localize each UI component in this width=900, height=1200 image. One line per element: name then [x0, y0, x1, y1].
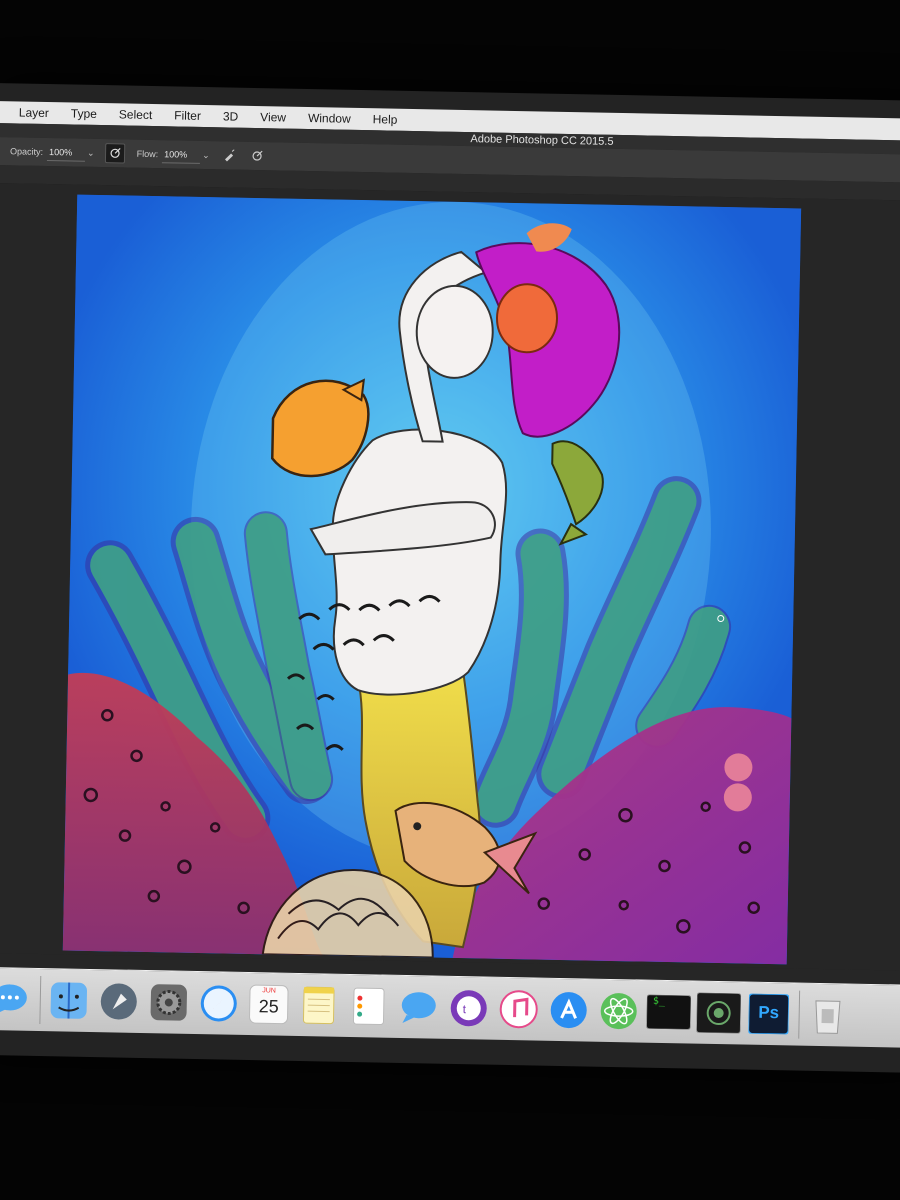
finder-icon[interactable]: [46, 978, 91, 1023]
opacity-control: Opacity: 100% ⌄: [10, 143, 95, 162]
terminal-icon[interactable]: $_: [646, 990, 692, 1035]
menu-select[interactable]: Select: [115, 107, 157, 122]
reminders-icon[interactable]: [346, 984, 391, 1029]
flow-input[interactable]: 100%: [161, 145, 201, 164]
system-preferences-icon[interactable]: [146, 980, 191, 1025]
atom-icon[interactable]: [596, 989, 641, 1034]
pressure-opacity-icon[interactable]: [104, 143, 125, 164]
menu-layer[interactable]: Layer: [15, 105, 53, 120]
flow-dropdown-icon[interactable]: ⌄: [202, 149, 210, 160]
safari-icon[interactable]: [196, 981, 241, 1026]
monitor-screen: Layer Type Select Filter 3D View Window …: [0, 83, 900, 1073]
messages-icon[interactable]: [0, 977, 32, 1022]
messages-icon[interactable]: [396, 985, 441, 1030]
flow-label: Flow:: [136, 148, 159, 160]
opacity-dropdown-icon[interactable]: ⌄: [87, 147, 95, 158]
artwork-illustration: [62, 194, 802, 965]
twitter-client-icon[interactable]: t: [446, 986, 491, 1031]
dock-divider: [798, 990, 801, 1039]
pressure-size-icon[interactable]: [248, 147, 266, 165]
activity-monitor-icon[interactable]: [696, 991, 742, 1036]
itunes-icon[interactable]: [496, 987, 541, 1032]
calendar-day: 25: [258, 996, 279, 1017]
app-store-icon[interactable]: [546, 988, 591, 1033]
notes-icon[interactable]: [296, 983, 341, 1028]
calendar-icon[interactable]: JUN 25: [246, 982, 291, 1027]
photoshop-label: Ps: [758, 1002, 780, 1023]
photoshop-icon[interactable]: Ps: [746, 992, 791, 1037]
calendar-month: JUN: [262, 987, 276, 995]
menu-3d[interactable]: 3D: [219, 109, 243, 123]
trash-icon[interactable]: [805, 993, 850, 1038]
launchpad-icon[interactable]: [96, 979, 141, 1024]
workspace: [0, 183, 900, 971]
airbrush-icon[interactable]: [220, 146, 238, 164]
menu-view[interactable]: View: [256, 110, 290, 125]
flow-control: Flow: 100% ⌄: [136, 145, 210, 164]
hair-shell-ornament: [495, 283, 559, 354]
menu-type[interactable]: Type: [67, 106, 101, 121]
document-canvas[interactable]: [62, 194, 802, 965]
opacity-label: Opacity:: [10, 146, 44, 157]
opacity-input[interactable]: 100%: [46, 143, 86, 162]
menu-window[interactable]: Window: [304, 111, 355, 126]
menu-help[interactable]: Help: [369, 112, 402, 127]
menu-filter[interactable]: Filter: [170, 108, 205, 123]
brush-cursor: [717, 614, 725, 623]
mermaid-face: [415, 284, 494, 379]
terminal-prompt: $_: [652, 995, 666, 1008]
dock-divider: [39, 976, 42, 1025]
